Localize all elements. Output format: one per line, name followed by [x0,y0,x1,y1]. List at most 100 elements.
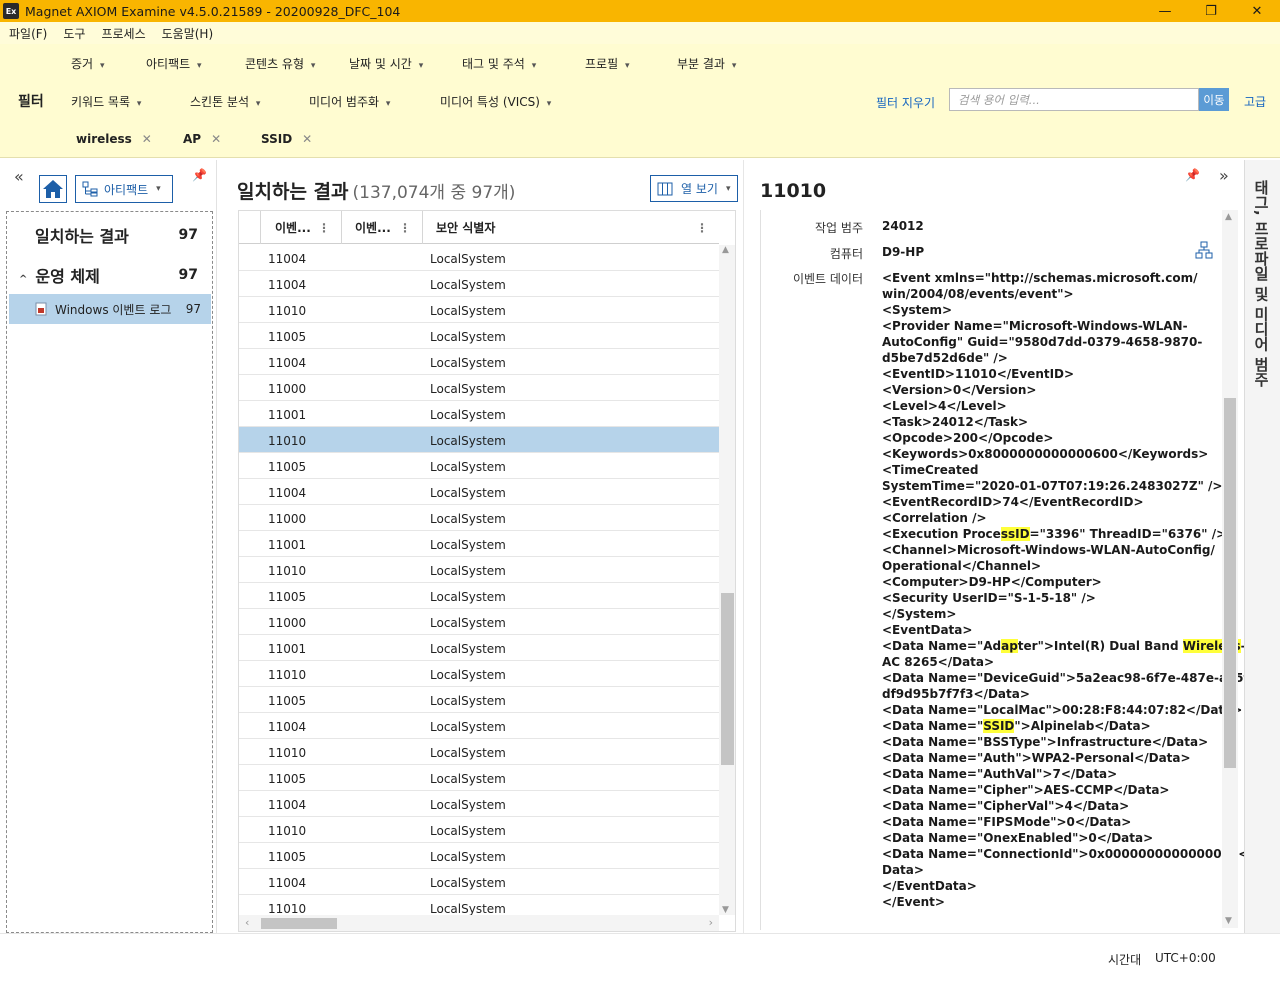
collapse-left-icon[interactable]: « [14,167,24,186]
cell-security-id: LocalSystem [430,824,506,838]
table-row[interactable]: 11005 LocalSystem [239,323,719,349]
remove-filter-icon[interactable]: ✕ [211,132,221,146]
table-row[interactable]: 11010 LocalSystem [239,427,719,453]
xml-line: SystemTime="2020-01-07T07:19:26.2483027Z… [882,478,1222,494]
filter-date-time-dropdown[interactable]: 날짜 및 시간 [349,55,423,72]
table-row[interactable]: 11004 LocalSystem [239,349,719,375]
table-row[interactable]: 11010 LocalSystem [239,661,719,687]
column-header-security-id[interactable]: 보안 식별자 ⋮ [423,211,719,244]
scroll-left-icon[interactable]: ‹ [245,916,249,929]
active-filter-tag: AP ✕ [183,132,221,146]
table-row[interactable]: 11005 LocalSystem [239,843,719,869]
table-row[interactable]: 11005 LocalSystem [239,687,719,713]
table-row[interactable]: 11010 LocalSystem [239,739,719,765]
tree-category-os[interactable]: ^ 운영 체제 97 [7,256,212,294]
go-button[interactable]: 이동 [1199,88,1229,111]
xml-line: <Data Name="FIPSMode">0</Data> [882,814,1212,830]
table-row[interactable]: 11004 LocalSystem [239,869,719,895]
filter-tags-comments-dropdown[interactable]: 태그 및 주석 [462,55,536,72]
table-row[interactable]: 11001 LocalSystem [239,531,719,557]
scroll-down-icon[interactable]: ▼ [1225,916,1232,926]
filter-keyword-list-dropdown[interactable]: 키워드 목록 [71,93,141,110]
column-menu-icon[interactable]: ⋮ [399,221,411,235]
home-button[interactable] [39,175,67,203]
pin-icon[interactable]: 📌 [1185,168,1200,182]
table-row[interactable]: 11001 LocalSystem [239,401,719,427]
search-input[interactable]: 검색 용어 입력... [949,88,1199,111]
table-horizontal-scrollbar[interactable]: ‹ › [239,915,719,931]
cell-security-id: LocalSystem [430,252,506,266]
table-row[interactable]: 11004 LocalSystem [239,245,719,271]
filter-artifact-dropdown[interactable]: 아티팩트 [146,55,202,72]
restore-icon[interactable]: ❐ [1188,0,1234,22]
advanced-search-link[interactable]: 고급 [1244,93,1266,110]
table-row[interactable]: 11004 LocalSystem [239,713,719,739]
timezone-value[interactable]: UTC+0:00 [1155,951,1216,965]
table-row[interactable]: 11000 LocalSystem [239,375,719,401]
column-header-event-2[interactable]: 이벤... ⋮ [342,211,423,244]
details-vertical-scrollbar[interactable]: ▲ ▼ [1222,210,1238,928]
table-row[interactable]: 11001 LocalSystem [239,635,719,661]
table-header: 이벤... ⋮ 이벤... ⋮ 보안 식별자 ⋮ [239,211,719,244]
filter-evidence-dropdown[interactable]: 증거 [71,55,104,72]
column-menu-icon[interactable]: ⋮ [318,221,330,235]
scroll-up-icon[interactable]: ▲ [722,245,729,255]
menu-process[interactable]: 프로세스 [101,25,145,42]
column-header-label: 이벤... [355,221,391,235]
table-row[interactable]: 11000 LocalSystem [239,505,719,531]
filter-profile-dropdown[interactable]: 프로필 [585,55,630,72]
filter-skintone-dropdown[interactable]: 스킨톤 분석 [190,93,260,110]
xml-line: </Event> [882,894,1212,910]
scroll-down-icon[interactable]: ▼ [722,905,729,915]
filter-media-category-dropdown[interactable]: 미디어 범주화 [309,93,390,110]
table-row[interactable]: 11005 LocalSystem [239,583,719,609]
table-row[interactable]: 11004 LocalSystem [239,791,719,817]
scrollbar-thumb[interactable] [261,918,337,929]
close-icon[interactable]: ✕ [1234,0,1280,22]
row-selector-header [239,211,261,244]
cell-event-id: 11010 [268,824,307,838]
remove-filter-icon[interactable]: ✕ [302,132,312,146]
scrollbar-thumb[interactable] [721,593,734,765]
menu-file[interactable]: 파일(F) [9,25,47,42]
remove-filter-icon[interactable]: ✕ [142,132,152,146]
minimize-icon[interactable]: — [1142,0,1188,22]
column-menu-icon[interactable]: ⋮ [696,221,708,235]
filter-content-type-dropdown[interactable]: 콘텐츠 유형 [245,55,315,72]
tree-item-windows-event-log[interactable]: Windows 이벤트 로그 97 [9,294,211,324]
scroll-right-icon[interactable]: › [709,916,713,929]
xml-text: <Data Name="OnexEnabled">0</Data> [882,831,1154,845]
expand-right-icon[interactable]: » [1219,166,1229,185]
xml-text: <Opcode>200</Opcode> [882,431,1054,445]
menu-tools[interactable]: 도구 [63,25,85,42]
column-header-event-id[interactable]: 이벤... ⋮ [261,211,342,244]
table-row[interactable]: 11010 LocalSystem [239,557,719,583]
scrollbar-thumb[interactable] [1224,398,1236,768]
tree-item-label: Windows 이벤트 로그 [55,302,172,317]
cell-security-id: LocalSystem [430,434,506,448]
filter-partial-results-dropdown[interactable]: 부분 결과 [677,55,736,72]
table-row[interactable]: 11005 LocalSystem [239,765,719,791]
table-vertical-scrollbar[interactable]: ▲ ▼ [719,245,735,915]
cell-event-id: 11004 [268,252,307,266]
column-view-dropdown[interactable]: 열 보기 ▾ [650,175,738,202]
table-row[interactable]: 11010 LocalSystem [239,817,719,843]
table-row[interactable]: 11000 LocalSystem [239,609,719,635]
table-row[interactable]: 11004 LocalSystem [239,271,719,297]
menu-help[interactable]: 도움말(H) [162,25,214,42]
filter-bar: 필터 증거 아티팩트 콘텐츠 유형 날짜 및 시간 태그 및 주석 프로필 부분… [0,44,1280,158]
table-row[interactable]: 11010 LocalSystem [239,895,719,915]
matching-results-node[interactable]: 일치하는 결과 97 [7,216,212,254]
table-row[interactable]: 11004 LocalSystem [239,479,719,505]
details-panel: 11010 📌 » 작업 범주 24012 컴퓨터 D9-HP 이벤트 데이터 … [743,160,1254,933]
scroll-up-icon[interactable]: ▲ [1225,212,1232,222]
table-row[interactable]: 11005 LocalSystem [239,453,719,479]
table-row[interactable]: 11010 LocalSystem [239,297,719,323]
artifact-view-dropdown[interactable]: 아티팩트 ▾ [75,175,173,203]
xml-text: Operational</Channel> [882,559,1042,573]
filter-media-vics-dropdown[interactable]: 미디어 특성 (VICS) [440,93,551,110]
tags-profiles-side-tab[interactable]: 태그, 프로파일 및 미디어 범주 [1244,160,1280,933]
clear-filters-link[interactable]: 필터 지우기 [876,94,935,111]
pin-icon[interactable]: 📌 [192,168,207,182]
hierarchy-icon[interactable] [1195,241,1213,259]
